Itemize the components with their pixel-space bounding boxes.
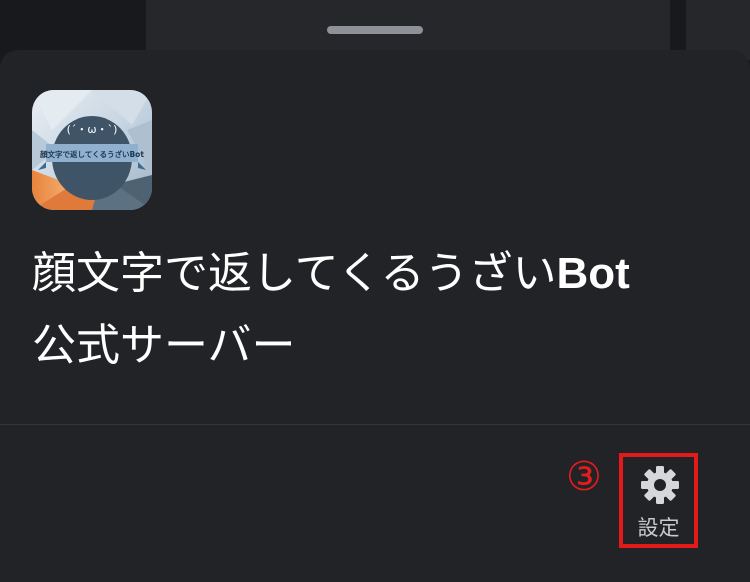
- icon-face-text: (´・ω・`): [67, 123, 118, 136]
- gear-icon: [641, 466, 679, 504]
- server-icon-image: (´・ω・`) 顔文字で返してくるうざいBot: [32, 90, 152, 210]
- settings-label: 設定: [637, 516, 680, 540]
- sheet-drag-handle[interactable]: [327, 26, 423, 34]
- server-icon[interactable]: (´・ω・`) 顔文字で返してくるうざいBot: [32, 90, 152, 210]
- settings-button[interactable]: 設定: [619, 453, 698, 548]
- server-name-line2: 公式サーバー: [32, 320, 296, 371]
- server-name-part: 顔文字で返してくるうざい: [32, 248, 557, 299]
- icon-caption-text: 顔文字で返してくるうざいBot: [39, 149, 144, 159]
- server-name: 顔文字で返してくるうざいBot 公式サーバー: [32, 238, 722, 382]
- step-marker-badge: ③: [566, 454, 602, 500]
- server-name-bot: Bot: [556, 249, 630, 298]
- divider: [0, 424, 750, 425]
